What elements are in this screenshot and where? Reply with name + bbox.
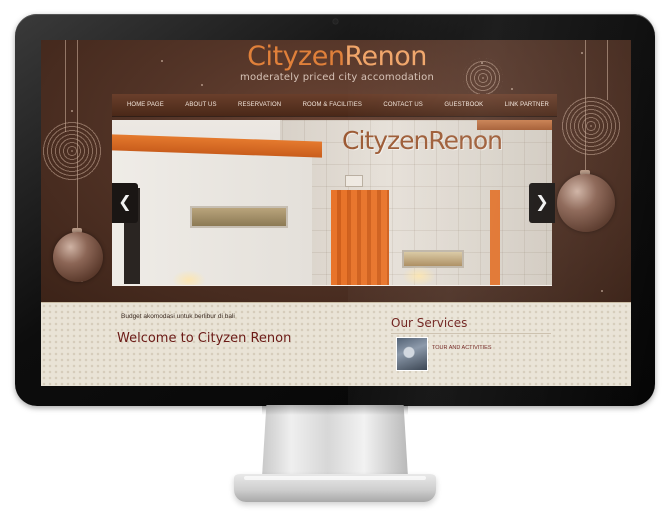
services-divider [391,333,551,334]
logo-text-part1: Cityzen [247,41,345,72]
site-logo[interactable]: CityzenRenon [237,40,437,74]
christmas-ornament-icon [53,232,103,282]
logo-text-part2: Renon [344,41,427,72]
lace-decoration [463,58,503,98]
ornament-string [77,40,78,230]
slider-prev-arrow-icon[interactable]: ❮ [112,183,138,223]
slide-window [190,206,288,228]
main-navigation: HOME PAGE ABOUT US RESERVATION ROOM & FA… [112,94,557,116]
christmas-ornament-icon [557,174,615,232]
nav-contact-us[interactable]: CONTACT US [383,102,422,108]
services-heading: Our Services [391,316,468,330]
nav-room-facilities[interactable]: ROOM & FACILITIES [303,102,362,108]
service-link-tour-activities[interactable]: TOUR AND ACTIVITIES [432,345,492,351]
lace-decoration [41,120,103,182]
nav-reservation[interactable]: RESERVATION [238,102,281,108]
stand-highlight [244,476,426,480]
image-slider: CityzenRenon [112,120,552,286]
nav-about-us[interactable]: ABOUT US [185,102,216,108]
slide-lit-window [402,250,464,268]
slide-building-sign: CityzenRenon [342,126,503,155]
slider-next-arrow-icon[interactable]: ❯ [529,183,555,223]
sparkle-decoration [201,84,203,86]
content-section: Budget akomodasi untuk berlibur di bali … [41,302,631,386]
lace-decoration [561,96,621,156]
monitor-stand-neck [262,405,408,477]
slide-orange-panel [331,190,389,285]
sparkle-decoration [511,88,513,90]
camera-dot [333,19,338,24]
nav-guestbook[interactable]: GUESTBOOK [444,102,483,108]
website-screen: CityzenRenon moderately priced city acco… [41,40,631,386]
slide-orange-pillar [490,190,500,285]
budget-subtitle: Budget akomodasi untuk berlibur di bali [121,313,235,320]
ornament-string [585,40,586,172]
slide-lamp-glow [402,266,436,285]
welcome-heading: Welcome to Cityzen Renon [117,331,292,346]
sparkle-decoration [601,290,603,292]
sparkle-decoration [161,60,163,62]
ornament-string [65,40,66,132]
rafting-photo-thumbnail[interactable] [396,337,428,371]
nav-link-partner[interactable]: LINK PARTNER [505,102,549,108]
ornament-string [607,40,608,100]
site-tagline: moderately priced city accomodation [240,72,434,83]
sparkle-decoration [71,110,73,112]
stand-shadow [262,405,408,415]
slide-small-sign [345,175,363,187]
slide-lamp-glow [172,270,206,285]
sparkle-decoration [581,52,583,54]
nav-home-page[interactable]: HOME PAGE [127,102,164,108]
monitor-bezel: CityzenRenon moderately priced city acco… [15,14,655,406]
